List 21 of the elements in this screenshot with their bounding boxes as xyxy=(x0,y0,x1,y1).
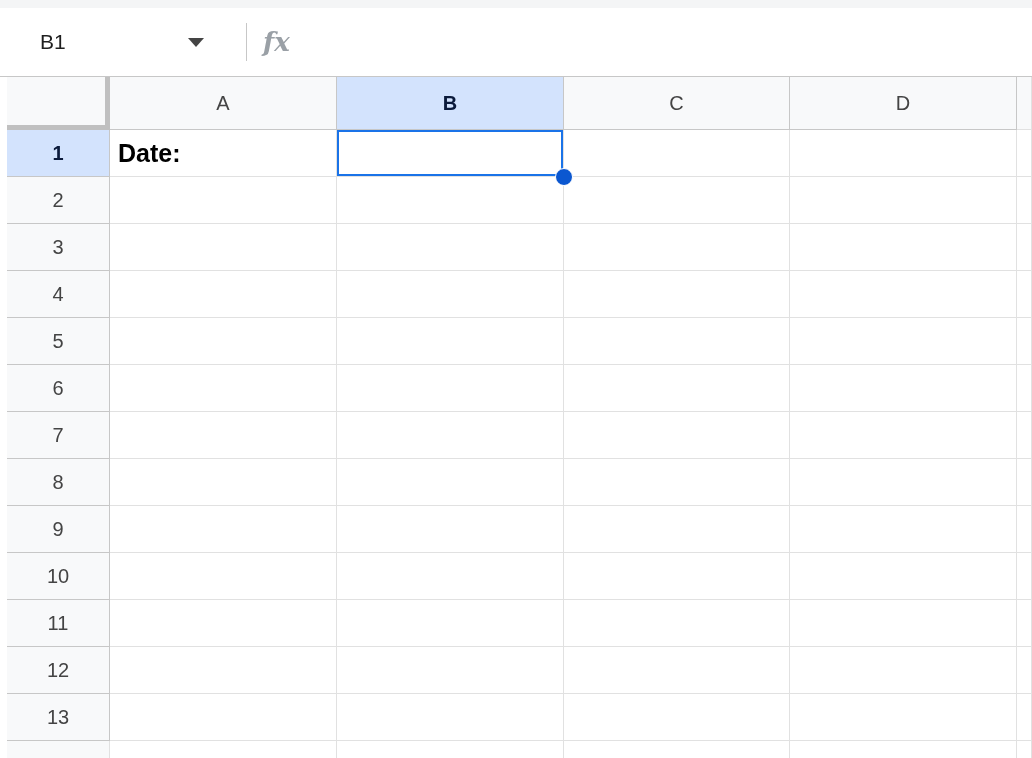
row-header[interactable]: 12 xyxy=(7,647,110,694)
table-cell[interactable]: Date: xyxy=(110,130,337,177)
column-header[interactable]: B xyxy=(337,77,564,130)
row-header[interactable]: 1 xyxy=(7,130,110,177)
row-header[interactable]: 4 xyxy=(7,271,110,318)
cell-reference: B1 xyxy=(40,30,66,54)
row-header[interactable]: 11 xyxy=(7,600,110,647)
name-box[interactable]: B1 xyxy=(0,22,230,62)
row-header[interactable]: 8 xyxy=(7,459,110,506)
row-header[interactable]: 6 xyxy=(7,365,110,412)
column-header[interactable]: C xyxy=(564,77,790,130)
row-header[interactable]: 13 xyxy=(7,694,110,741)
row-header[interactable]: 5 xyxy=(7,318,110,365)
row-header[interactable]: 7 xyxy=(7,412,110,459)
row-header[interactable]: 2 xyxy=(7,177,110,224)
column-header[interactable]: A xyxy=(110,77,337,130)
row-header[interactable]: 3 xyxy=(7,224,110,271)
row-header[interactable]: 9 xyxy=(7,506,110,553)
formula-icon: fx xyxy=(263,27,290,57)
row-header[interactable]: 10 xyxy=(7,553,110,600)
column-header[interactable]: D xyxy=(790,77,1017,130)
